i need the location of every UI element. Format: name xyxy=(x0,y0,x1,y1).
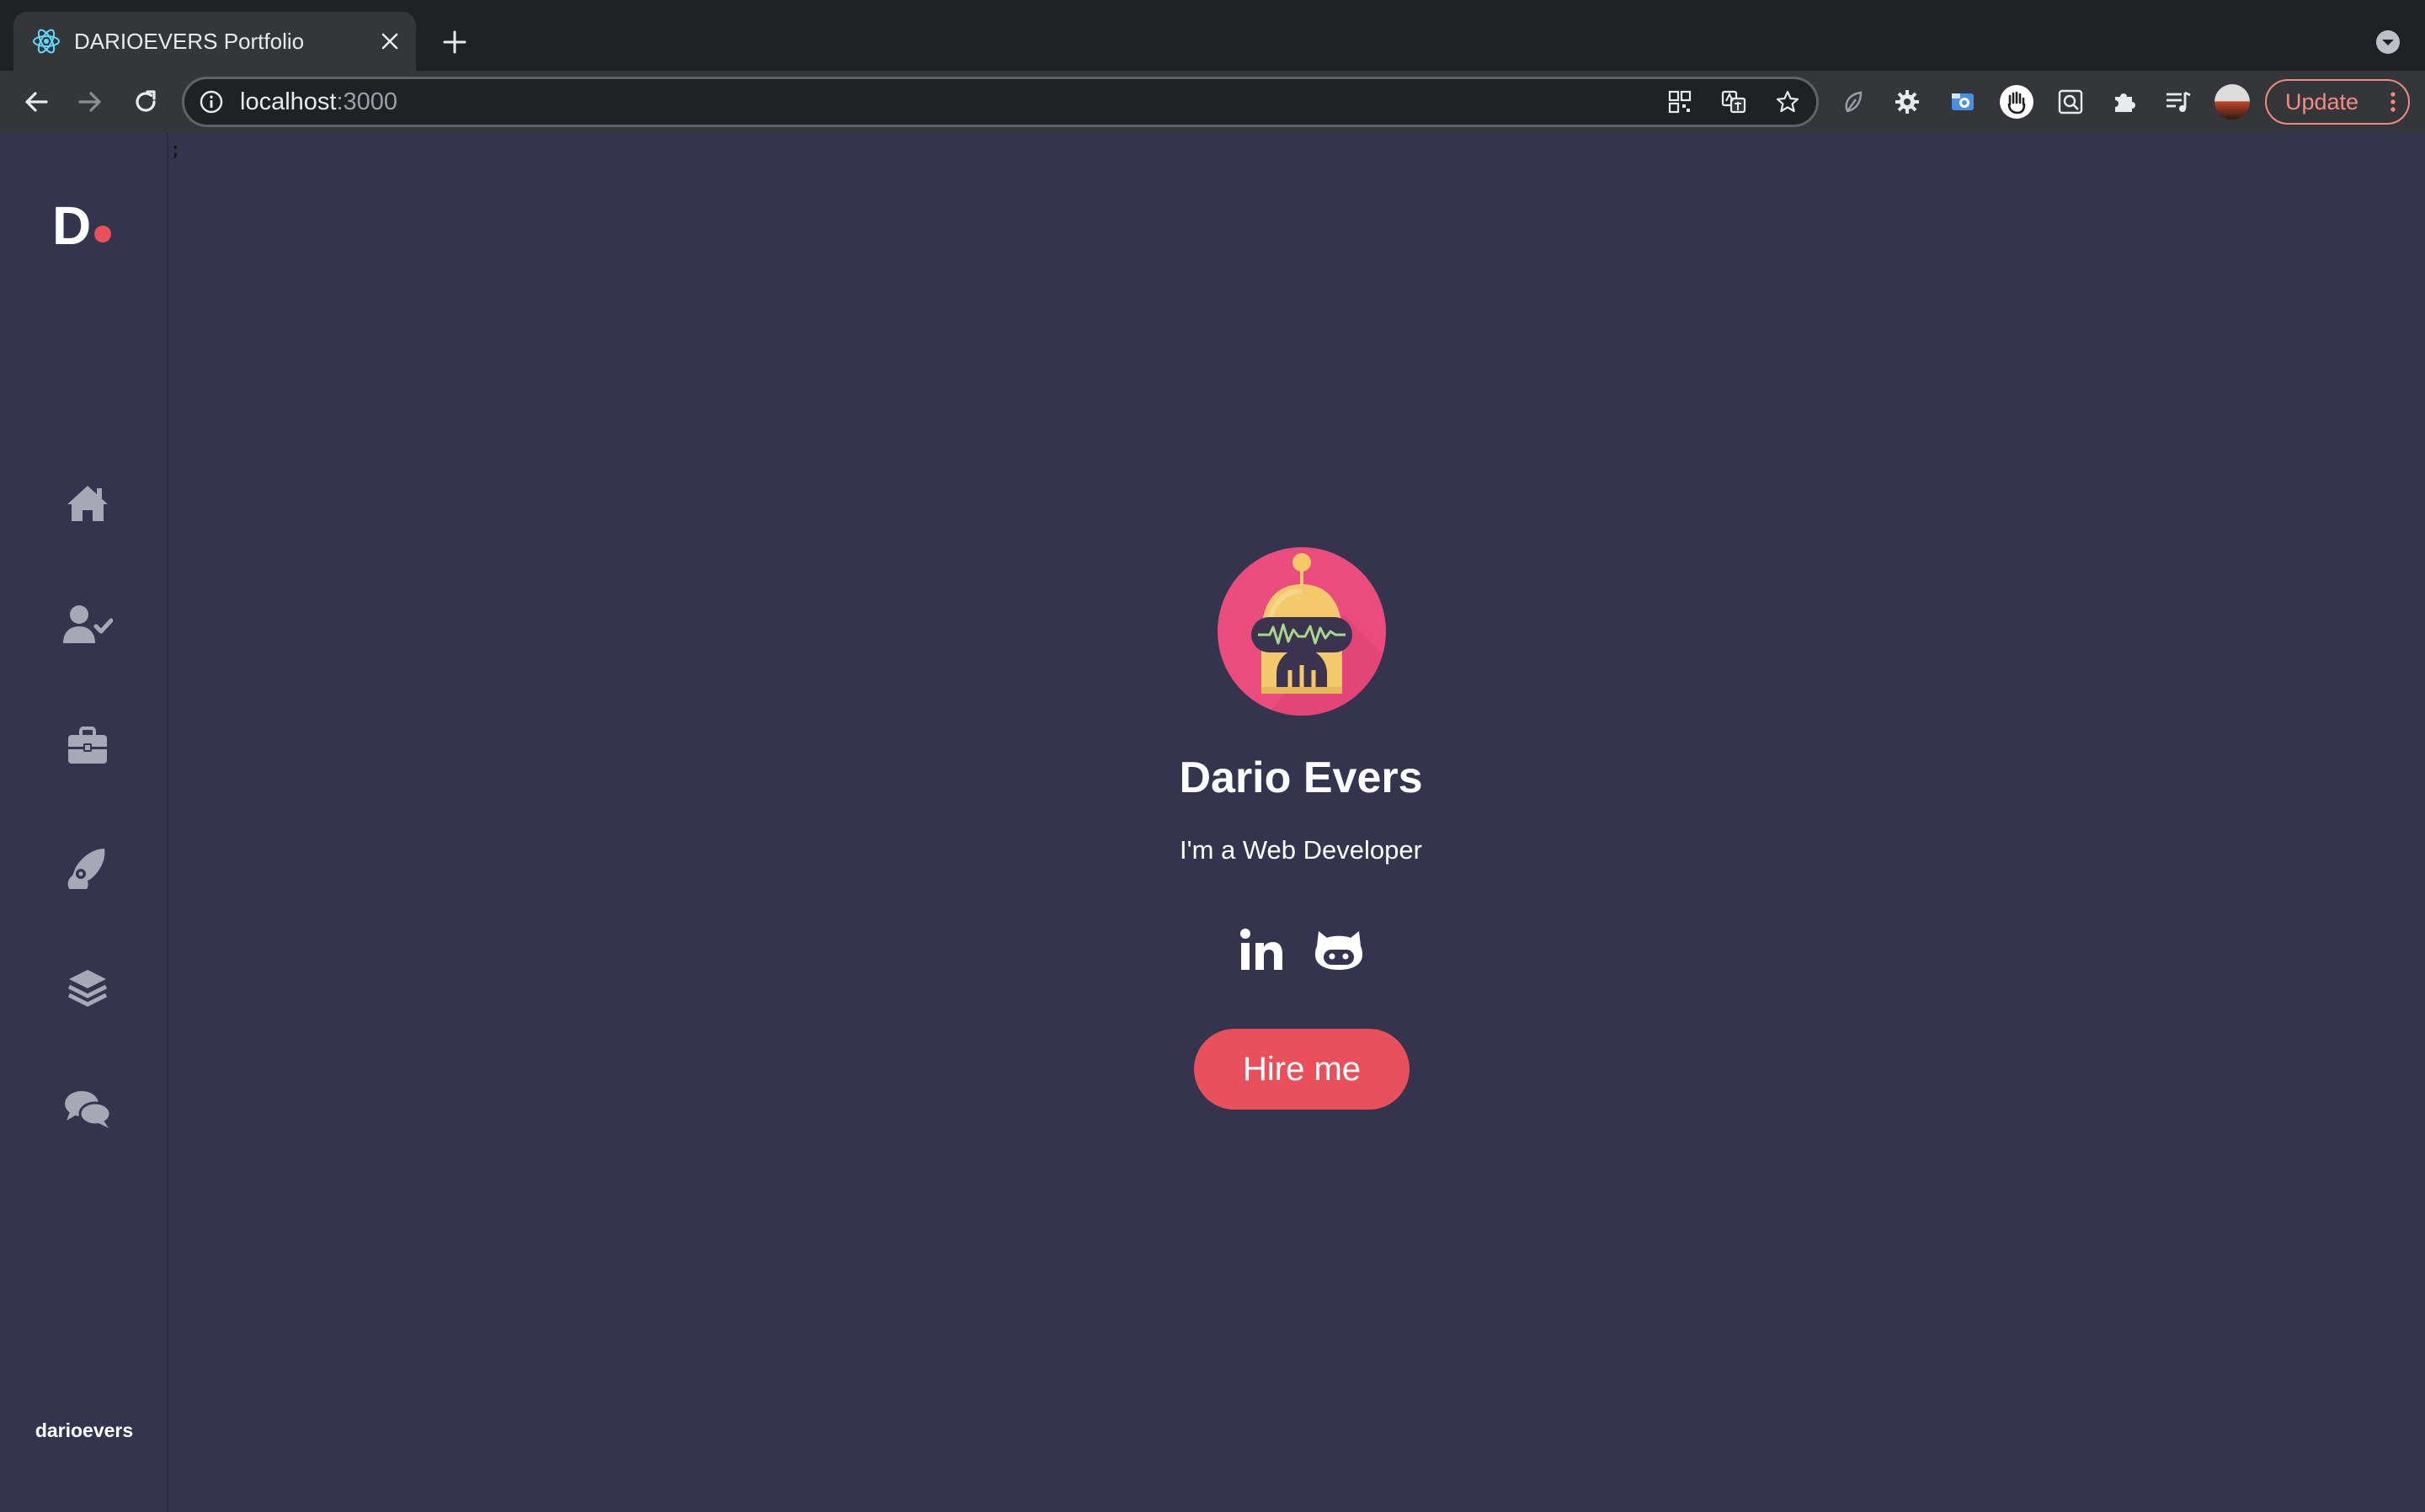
nav-skills-rocket-icon[interactable] xyxy=(61,840,115,894)
stray-caret: ; xyxy=(170,140,182,161)
reload-icon[interactable] xyxy=(125,81,167,123)
linkedin-icon[interactable] xyxy=(1234,923,1288,977)
extension-gear-icon[interactable] xyxy=(1889,84,1925,120)
qr-code-icon[interactable] xyxy=(1665,87,1695,117)
extension-hand-icon[interactable] xyxy=(1999,84,2034,120)
sidebar: D darioevers xyxy=(0,133,168,1512)
nav-contact-comments-icon[interactable] xyxy=(61,1083,115,1137)
browser-tabstrip: DARIOEVERS Portfolio xyxy=(0,0,2425,71)
url-text: localhost:3000 xyxy=(240,79,397,125)
tab-close-icon[interactable] xyxy=(374,25,406,57)
hero-role: I'm a Web Developer xyxy=(1180,835,1422,865)
address-bar[interactable]: localhost:3000 xyxy=(182,77,1819,127)
forward-arrow-icon[interactable] xyxy=(69,81,111,123)
extension-leaf-icon[interactable] xyxy=(1836,84,1871,120)
page-viewport: D darioevers ; Dario Evers I'm a Web Dev… xyxy=(0,133,2425,1512)
react-atom-icon xyxy=(33,29,60,54)
site-info-icon[interactable] xyxy=(200,90,223,114)
nav-home-icon[interactable] xyxy=(61,476,115,530)
profile-avatar[interactable] xyxy=(2214,84,2250,120)
footer-username: darioevers xyxy=(35,1419,134,1441)
extensions-puzzle-icon[interactable] xyxy=(2107,84,2142,120)
logo[interactable]: D xyxy=(52,192,91,259)
nav-work-briefcase-icon[interactable] xyxy=(61,719,115,773)
url-host: localhost xyxy=(240,88,337,115)
browser-tab-active[interactable]: DARIOEVERS Portfolio xyxy=(13,12,416,71)
back-arrow-icon[interactable] xyxy=(15,81,57,123)
tab-search-chevron-icon[interactable] xyxy=(2368,22,2408,62)
new-tab-plus-icon[interactable] xyxy=(434,22,475,62)
more-vert-icon xyxy=(2390,92,2396,112)
url-port: :3000 xyxy=(336,88,398,115)
extension-screenshot-icon[interactable] xyxy=(1945,84,1980,120)
nav-about-user-check-icon[interactable] xyxy=(61,598,115,652)
update-button[interactable]: Update xyxy=(2265,79,2410,125)
bookmark-star-icon[interactable] xyxy=(1772,87,1803,117)
media-queue-icon[interactable] xyxy=(2161,84,2196,120)
translate-icon[interactable] xyxy=(1719,87,1749,117)
tab-title: DARIOEVERS Portfolio xyxy=(74,29,305,54)
robot-avatar-icon xyxy=(1218,547,1386,716)
logo-dot xyxy=(94,226,111,242)
github-icon[interactable] xyxy=(1312,923,1366,977)
hero-name: Dario Evers xyxy=(1179,753,1423,802)
update-label: Update xyxy=(2285,89,2359,114)
browser-toolbar: localhost:3000 Update xyxy=(0,71,2425,133)
hire-me-button[interactable]: Hire me xyxy=(1194,1029,1410,1110)
nav-projects-layers-icon[interactable] xyxy=(61,961,115,1015)
extension-inspect-icon[interactable] xyxy=(2053,84,2088,120)
